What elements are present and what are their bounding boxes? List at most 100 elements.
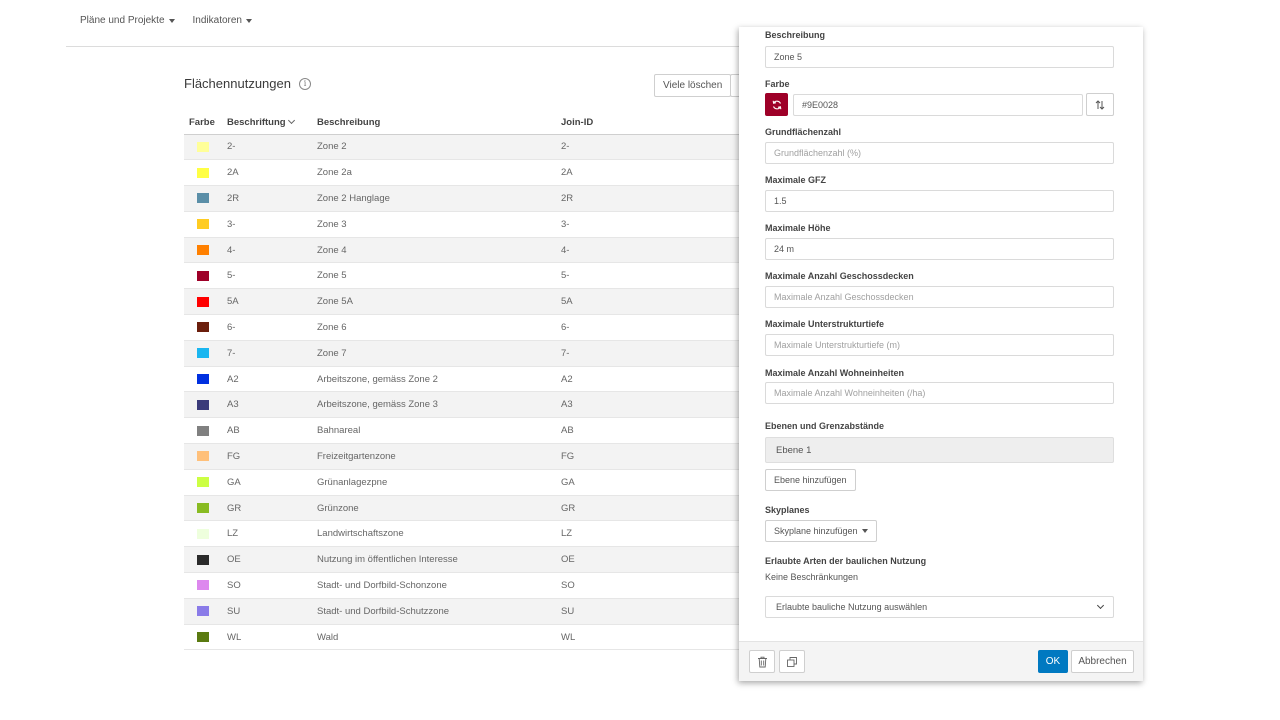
color-swatch — [197, 270, 209, 281]
table-row[interactable]: OE Nutzung im öffentlichen Interesse OE — [184, 546, 740, 574]
color-swatch — [197, 425, 209, 436]
row-label: 7- — [227, 340, 317, 367]
row-label: SO — [227, 572, 317, 599]
chevron-down-icon — [1096, 601, 1105, 610]
column-header-label-text: Beschriftung — [227, 117, 286, 129]
table-row[interactable]: 5- Zone 5 5- — [184, 262, 740, 290]
table-row[interactable]: GA Grünanlagezpne GA — [184, 469, 740, 496]
row-join-id: LZ — [561, 520, 740, 548]
table-row[interactable]: LZ Landwirtschaftszone LZ — [184, 520, 740, 548]
row-desc: Stadt- und Dorfbild-Schonzone — [317, 572, 561, 599]
row-desc: Stadt- und Dorfbild-Schutzzone — [317, 598, 561, 625]
delete-button[interactable] — [749, 650, 775, 673]
row-join-id: 5A — [561, 288, 740, 316]
color-swatch — [197, 477, 209, 488]
table-row[interactable]: 3- Zone 3 3- — [184, 211, 740, 238]
table-row[interactable]: SU Stadt- und Dorfbild-Schutzzone SU — [184, 598, 740, 625]
nutzung-select[interactable]: Erlaubte bauliche Nutzung auswählen — [765, 596, 1114, 618]
row-label: GR — [227, 495, 317, 522]
table-row[interactable]: A3 Arbeitszone, gemäss Zone 3 A3 — [184, 391, 740, 419]
max-wohneinheiten-input[interactable]: Maximale Anzahl Wohneinheiten (/ha) — [765, 382, 1114, 404]
ebene-item[interactable]: Ebene 1 — [765, 437, 1114, 463]
max-unterstruktur-label: Maximale Unterstrukturtiefe — [765, 319, 885, 329]
nav-indikatoren[interactable]: Indikatoren — [193, 15, 252, 26]
table-row[interactable]: 2- Zone 2 2- — [184, 134, 740, 161]
row-join-id: OE — [561, 546, 740, 574]
color-hex-input[interactable]: #9E0028 — [793, 94, 1083, 116]
beschreibung-input[interactable]: Zone 5 — [765, 46, 1114, 68]
max-unterstruktur-input[interactable]: Maximale Unterstrukturtiefe (m) — [765, 334, 1114, 356]
table-row[interactable]: 5A Zone 5A 5A — [184, 288, 740, 316]
row-desc: Zone 6 — [317, 314, 561, 341]
color-swatch — [197, 451, 209, 462]
row-desc: Zone 2 Hanglage — [317, 185, 561, 212]
row-color-cell — [184, 469, 227, 496]
color-swatch — [197, 322, 209, 333]
table-row[interactable]: SO Stadt- und Dorfbild-Schonzone SO — [184, 572, 740, 599]
table-row[interactable]: WL Wald WL — [184, 624, 740, 651]
cancel-button[interactable]: Abbrechen — [1071, 650, 1134, 673]
row-color-cell — [184, 495, 227, 522]
max-geschossdecken-label: Maximale Anzahl Geschossdecken — [765, 271, 914, 281]
row-color-cell — [184, 237, 227, 264]
color-swatch — [197, 219, 209, 230]
row-join-id: 2R — [561, 185, 740, 212]
max-gfz-input[interactable]: 1.5 — [765, 190, 1114, 212]
table-row[interactable]: A2 Arbeitszone, gemäss Zone 2 A2 — [184, 366, 740, 393]
nutzung-status: Keine Beschränkungen — [765, 572, 859, 582]
row-desc: Bahnareal — [317, 417, 561, 445]
color-picker-button[interactable] — [765, 93, 788, 116]
ebenen-label: Ebenen und Grenzabstände — [765, 421, 885, 431]
table-row[interactable]: GR Grünzone GR — [184, 495, 740, 522]
row-join-id: SU — [561, 598, 740, 625]
row-color-cell — [184, 211, 227, 238]
delete-many-button[interactable]: Viele löschen — [654, 74, 732, 97]
row-desc: Arbeitszone, gemäss Zone 2 — [317, 366, 561, 393]
max-hoehe-input[interactable]: 24 m — [765, 238, 1114, 260]
max-gfz-label: Maximale GFZ — [765, 175, 827, 185]
table-row[interactable]: AB Bahnareal AB — [184, 417, 740, 445]
nav-plaene-projekte[interactable]: Pläne und Projekte — [80, 15, 175, 26]
add-skyplane-button[interactable]: Skyplane hinzufügen — [765, 520, 877, 542]
row-color-cell — [184, 340, 227, 367]
row-join-id: A2 — [561, 366, 740, 393]
row-color-cell — [184, 366, 227, 393]
column-header-color: Farbe — [184, 112, 227, 135]
row-color-cell — [184, 391, 227, 419]
row-color-cell — [184, 262, 227, 290]
row-label: LZ — [227, 520, 317, 548]
panel-top — [739, 0, 1143, 28]
table-row[interactable]: 7- Zone 7 7- — [184, 340, 740, 367]
row-color-cell — [184, 624, 227, 651]
table-row[interactable]: 2A Zone 2a 2A — [184, 159, 740, 187]
row-desc: Grünzone — [317, 495, 561, 522]
table-row[interactable]: 4- Zone 4 4- — [184, 237, 740, 264]
color-swatch — [197, 399, 209, 410]
color-swatch — [197, 554, 209, 565]
duplicate-button[interactable] — [779, 650, 805, 673]
row-join-id: 7- — [561, 340, 740, 367]
swap-button[interactable] — [1086, 93, 1114, 116]
grundflaechenzahl-input[interactable]: Grundflächenzahl (%) — [765, 142, 1114, 164]
row-join-id: AB — [561, 417, 740, 445]
color-swatch — [197, 193, 209, 204]
row-desc: Zone 2a — [317, 159, 561, 187]
table-row[interactable]: 2R Zone 2 Hanglage 2R — [184, 185, 740, 212]
row-color-cell — [184, 288, 227, 316]
table-row[interactable]: 6- Zone 6 6- — [184, 314, 740, 341]
row-label: 5A — [227, 288, 317, 316]
row-color-cell — [184, 598, 227, 625]
top-nav: Pläne und Projekte Indikatoren — [80, 15, 252, 26]
max-geschossdecken-input[interactable]: Maximale Anzahl Geschossdecken — [765, 286, 1114, 308]
row-label: SU — [227, 598, 317, 625]
row-join-id: 6- — [561, 314, 740, 341]
table-row[interactable]: FG Freizeitgartenzone FG — [184, 443, 740, 470]
info-icon[interactable]: i — [298, 77, 311, 90]
row-label: A3 — [227, 391, 317, 419]
ok-button[interactable]: OK — [1038, 650, 1068, 673]
column-header-join: Join-ID — [561, 112, 740, 135]
column-header-label[interactable]: Beschriftung — [227, 112, 317, 135]
color-swatch — [197, 580, 209, 591]
row-color-cell — [184, 572, 227, 599]
add-ebene-button[interactable]: Ebene hinzufügen — [765, 469, 856, 491]
